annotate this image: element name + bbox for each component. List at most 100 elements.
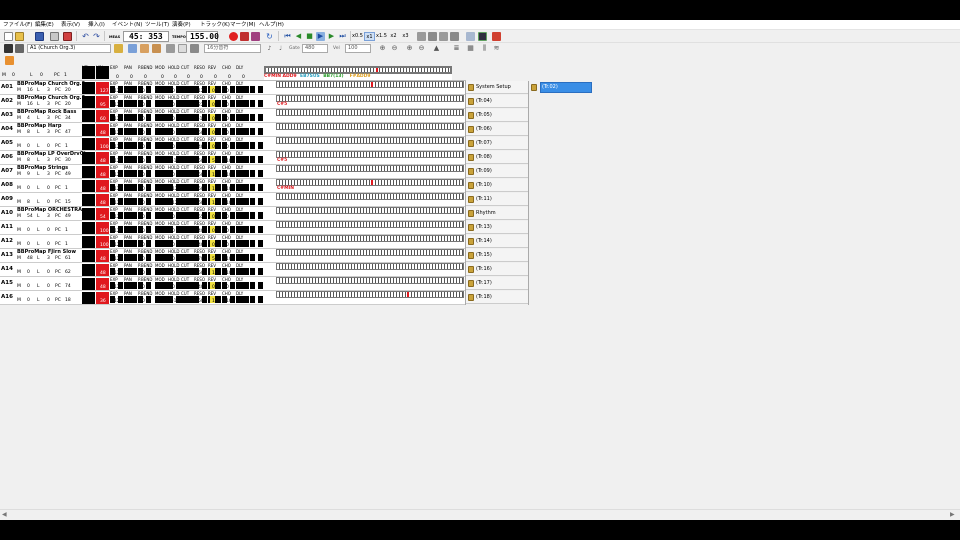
piano-roll[interactable] xyxy=(276,249,464,256)
piano-roll[interactable] xyxy=(276,235,464,242)
piano-roll[interactable] xyxy=(276,193,464,200)
track-param-meter[interactable] xyxy=(82,296,95,303)
menu-item[interactable]: ツール(T) xyxy=(145,21,169,29)
track-param-meter[interactable] xyxy=(82,198,95,205)
track-row[interactable]: A05 M 0 L 0 PC 1 EXP PAN P.BEND MOD HOLD CUT RESO REV C… xyxy=(0,137,466,151)
triplet-icon[interactable]: ♪ xyxy=(265,44,274,53)
zoom-in-icon[interactable]: ⊕ xyxy=(378,44,387,53)
track-row[interactable]: A12 M 0 L 0 PC 1 EXP PAN P.BEND MOD HOLD CUT RESO REV C… xyxy=(0,235,466,249)
view-piano-icon[interactable] xyxy=(428,32,437,41)
horizontal-scrollbar[interactable]: ◀ ▶ xyxy=(0,509,960,520)
track-row[interactable]: A04 BBProMap Harp M 8 L 3 PC 47 EXP PAN P.BEND MOD H… xyxy=(0,123,466,137)
speed-button[interactable]: x0.5 xyxy=(352,32,363,41)
track-param-meter[interactable] xyxy=(82,128,95,135)
track-param-meter[interactable] xyxy=(82,114,95,121)
open-file-icon[interactable] xyxy=(15,32,24,41)
track-param-meter[interactable] xyxy=(82,268,95,275)
port-item[interactable]: (Tr.13) xyxy=(466,221,528,234)
piano-roll[interactable] xyxy=(276,277,464,284)
port-item[interactable]: (Tr.14) xyxy=(466,235,528,248)
track-row[interactable]: A03 BBProMap Rock Bass M 4 L 3 PC 34 EXP PAN P.BEN… xyxy=(0,109,466,123)
menu-item[interactable]: 挿入(I) xyxy=(88,21,105,29)
tool-icon[interactable] xyxy=(492,32,501,41)
track-row[interactable]: A11 M 0 L 0 PC 1 EXP PAN P.BEND MOD HOLD CUT RESO REV C… xyxy=(0,221,466,235)
settings-icon[interactable] xyxy=(63,32,72,41)
track-param-meter[interactable] xyxy=(82,170,95,177)
track-param-meter[interactable] xyxy=(250,184,263,191)
pen-tool-icon[interactable] xyxy=(152,44,161,53)
record-icon[interactable] xyxy=(229,32,238,41)
track-param-meter[interactable] xyxy=(82,184,95,191)
range-tool-icon[interactable] xyxy=(178,44,187,53)
master-piano-roll[interactable] xyxy=(264,66,452,74)
speed-button[interactable]: x2 xyxy=(388,32,399,41)
gate-field[interactable]: 480 xyxy=(302,44,328,53)
track-param-meter[interactable] xyxy=(82,142,95,149)
port-item[interactable]: (Tr.17) xyxy=(466,277,528,290)
port-item[interactable]: Rhythm xyxy=(466,207,528,220)
track-param-meter[interactable] xyxy=(82,156,95,163)
scroll-left-icon[interactable]: ◀ xyxy=(2,511,7,518)
piano-roll[interactable] xyxy=(276,179,464,186)
erase-tool-icon[interactable] xyxy=(166,44,175,53)
track-param-meter[interactable] xyxy=(250,142,263,149)
track-param-meter[interactable] xyxy=(82,282,95,289)
save-file-icon[interactable] xyxy=(35,32,44,41)
piano-roll[interactable] xyxy=(276,221,464,228)
track-param-meter[interactable] xyxy=(250,296,263,303)
track-row[interactable]: A14 M 0 L 0 PC 62 EXP PAN P.BEND MOD HOLD CUT RESO REV… xyxy=(0,263,466,277)
track-row[interactable]: A08 M 0 L 0 PC 1 EXP PAN P.BEND MOD HOLD CUT RESO REV C… xyxy=(0,179,466,193)
speed-button[interactable]: x1.5 xyxy=(376,32,387,41)
split-icon[interactable]: ⫼ xyxy=(480,44,489,53)
track-param-meter[interactable] xyxy=(250,240,263,247)
view-mixer-icon[interactable] xyxy=(466,32,475,41)
forward-end-icon[interactable]: ⏭ xyxy=(338,32,347,41)
track-row[interactable]: A06 BBProMap LP OverDrvGt M 8 L 3 PC 30 EXP PAN P.… xyxy=(0,151,466,165)
track-param-meter[interactable] xyxy=(250,282,263,289)
note-length-select[interactable]: 16分音符 xyxy=(204,44,261,53)
track-row[interactable]: A09 M 8 L 0 PC 15 EXP PAN P.BEND MOD HOLD CUT RESO REV… xyxy=(0,193,466,207)
menu-item[interactable]: 編集(E) xyxy=(35,21,54,29)
select-tool-icon[interactable] xyxy=(128,44,137,53)
piano-roll[interactable] xyxy=(276,291,464,298)
track-row[interactable]: A16 M 0 L 0 PC 18 EXP PAN P.BEND MOD HOLD CUT RESO REV… xyxy=(0,291,466,305)
list-icon[interactable]: ≣ xyxy=(452,44,461,53)
zoom-v-out-icon[interactable]: ⊖ xyxy=(417,44,426,53)
undo-icon[interactable]: ↶ xyxy=(81,32,90,41)
wave-icon[interactable]: ≋ xyxy=(492,44,501,53)
marker-icon[interactable] xyxy=(5,56,14,65)
track-param-meter[interactable] xyxy=(82,240,95,247)
scroll-right-icon[interactable]: ▶ xyxy=(950,511,955,518)
view-event-icon[interactable] xyxy=(450,32,459,41)
track-param-meter[interactable] xyxy=(250,170,263,177)
port-item[interactable]: (Tr.07) xyxy=(466,137,528,150)
track-row[interactable]: A01 BBProMap Church Org.3 M 16 L 3 PC 20 EXP PAN P… xyxy=(0,81,466,95)
track-param-meter[interactable] xyxy=(82,226,95,233)
redo-icon[interactable]: ↷ xyxy=(92,32,101,41)
track-param-meter[interactable] xyxy=(82,212,95,219)
grid-icon[interactable]: ▦ xyxy=(466,44,475,53)
dot-note-icon[interactable]: ♩ xyxy=(276,44,285,53)
port-item[interactable]: (Tr.15) xyxy=(466,249,528,262)
track-param-meter[interactable] xyxy=(82,254,95,261)
step-record-icon[interactable] xyxy=(251,32,260,41)
port-item[interactable]: (Tr.05) xyxy=(466,109,528,122)
print-icon[interactable] xyxy=(50,32,59,41)
selected-port-cell[interactable]: (Tr.02) xyxy=(529,81,592,94)
port-item[interactable]: (Tr.10) xyxy=(466,179,528,192)
speed-button[interactable]: x3 xyxy=(400,32,411,41)
track-param-meter[interactable] xyxy=(82,100,95,107)
view-score-icon[interactable] xyxy=(439,32,448,41)
piano-roll[interactable] xyxy=(276,123,464,130)
track-param-meter[interactable] xyxy=(250,198,263,205)
port-item[interactable]: (Tr.09) xyxy=(466,165,528,178)
piano-roll[interactable] xyxy=(276,137,464,144)
piano-roll[interactable] xyxy=(276,263,464,270)
menu-item[interactable]: トラック(K) xyxy=(200,21,230,29)
track-param-meter[interactable] xyxy=(250,226,263,233)
track-select[interactable]: A1 (Church Org.3) xyxy=(27,44,111,53)
track-row[interactable]: A07 BBProMap Strings M 9 L 3 PC 49 EXP PAN P.BEND M… xyxy=(0,165,466,179)
track-param-meter[interactable] xyxy=(250,86,263,93)
piano-roll[interactable] xyxy=(276,81,464,88)
port-item[interactable]: System Setup xyxy=(466,81,528,94)
